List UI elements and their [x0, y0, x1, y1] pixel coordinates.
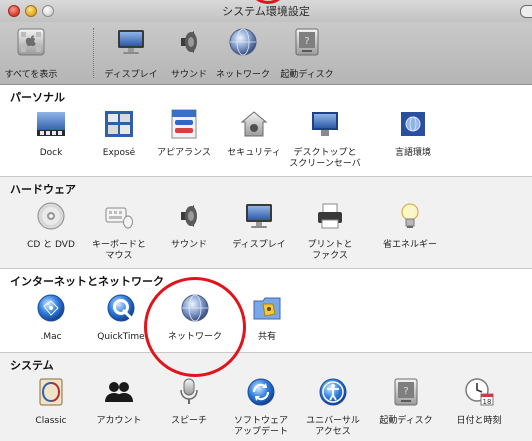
printer-icon [318, 203, 342, 229]
display-icon [246, 204, 272, 228]
apple-grid-icon [17, 28, 45, 56]
section-title: パーソナル [10, 91, 65, 104]
clock-icon: 18 [465, 378, 494, 406]
pane-sound[interactable]: サウンド [150, 200, 228, 251]
title-bar: システム環境設定 [0, 0, 532, 22]
svg-text:?: ? [403, 386, 408, 397]
toolbar-label: ディスプレイ [104, 70, 158, 80]
pane-label: .Mac [40, 332, 62, 342]
startup-disk-icon: ? [295, 28, 319, 56]
cd-icon [37, 202, 65, 230]
display-icon [118, 30, 144, 54]
pane-label: アカウント [96, 416, 142, 426]
pane-software-update[interactable]: ソフトウェア アップデート [222, 376, 300, 438]
dock-icon [37, 112, 65, 136]
pane-speech[interactable]: スピーチ [150, 376, 228, 427]
pane-label: 省エネルギー [382, 240, 437, 250]
pane-network[interactable]: ネットワーク [156, 292, 234, 343]
system-preferences-window: システム環境設定 すべてを表示 ディスプレイ サウンド ネットワーク ? 起動デ… [0, 0, 532, 441]
pane-label: アピアランス [157, 148, 211, 158]
pane-cd-dvd[interactable]: CD と DVD [12, 200, 90, 251]
pane-desktop-screensaver[interactable]: デスクトップと スクリーンセーバ [286, 108, 364, 170]
pane-label: スピーチ [170, 416, 207, 426]
pane-label: 共有 [257, 332, 276, 342]
pane-display[interactable]: ディスプレイ [220, 200, 298, 251]
classic-icon [39, 378, 63, 406]
pane-international[interactable]: 言語環境 [374, 108, 452, 159]
pane-label: セキュリティ [227, 148, 281, 158]
svg-text:18: 18 [483, 398, 492, 406]
international-flag-icon [401, 112, 425, 136]
toolbar-toggle-button[interactable] [520, 5, 532, 18]
pane-label: ネットワーク [167, 332, 222, 342]
software-update-icon [247, 378, 275, 406]
pane-label: Classic [35, 416, 67, 426]
section-internet-network: インターネットとネットワーク .Mac QuickTime ネットワーク 共有 [0, 269, 532, 353]
section-hardware: ハードウェア CD と DVD キーボードと マウス サウンド ディスプレイ プ… [0, 177, 532, 269]
pane-label: ユニバーサル アクセス [306, 416, 360, 437]
pane-energy-saver[interactable]: 省エネルギー [371, 200, 449, 251]
universal-access-icon [319, 378, 347, 406]
section-title: ハードウェア [10, 183, 76, 196]
pane-keyboard-mouse[interactable]: キーボードと マウス [80, 200, 158, 262]
speaker-icon [181, 205, 197, 227]
keyboard-mouse-icon [105, 207, 133, 229]
pane-security[interactable]: セキュリティ [215, 108, 293, 159]
pane-label: QuickTime [97, 332, 145, 342]
pane-startup-disk[interactable]: ? 起動ディスク [367, 376, 445, 427]
pane-dock[interactable]: Dock [12, 108, 90, 159]
section-title: システム [10, 359, 54, 372]
toolbar-label: 起動ディスク [280, 70, 334, 80]
pane-label: サウンド [170, 240, 207, 250]
expose-icon [105, 111, 133, 137]
pane-dotmac[interactable]: .Mac [12, 292, 90, 343]
pane-classic[interactable]: Classic [12, 376, 90, 427]
toolbar: すべてを表示 ディスプレイ サウンド ネットワーク ? 起動ディスク [0, 22, 532, 85]
sharing-folder-icon [253, 297, 281, 320]
section-title: インターネットとネットワーク [10, 275, 164, 288]
lightbulb-icon [401, 203, 419, 228]
toolbar-network[interactable]: ネットワーク [212, 26, 274, 80]
toolbar-startup-disk[interactable]: ? 起動ディスク [276, 26, 338, 80]
pane-date-time[interactable]: 18 日付と時刻 [440, 376, 518, 427]
pane-label: 日付と時刻 [456, 416, 502, 426]
security-house-icon [240, 111, 268, 137]
appearance-icon [171, 109, 197, 139]
pane-quicktime[interactable]: QuickTime [82, 292, 160, 343]
desktop-icon [312, 112, 338, 136]
speaker-icon [181, 31, 197, 53]
toolbar-label: ネットワーク [215, 70, 270, 80]
window-title: システム環境設定 [222, 5, 310, 18]
pane-universal-access[interactable]: ユニバーサル アクセス [294, 376, 372, 438]
toolbar-display[interactable]: ディスプレイ [100, 26, 162, 80]
pane-label: キーボードと マウス [91, 240, 146, 261]
pane-accounts[interactable]: アカウント [80, 376, 158, 427]
network-globe-icon [181, 294, 209, 322]
microphone-icon [180, 378, 198, 404]
section-personal: パーソナル Dock Exposé アピアランス セキュリティ デスクトップと … [0, 85, 532, 177]
toolbar-separator [93, 28, 94, 78]
dotmac-globe-icon [37, 294, 65, 322]
pane-label: Dock [39, 148, 63, 158]
pane-label: ディスプレイ [232, 240, 286, 250]
toolbar-label: すべてを表示 [4, 70, 58, 80]
pane-appearance[interactable]: アピアランス [145, 108, 223, 159]
toolbar-sound[interactable]: サウンド [158, 26, 220, 80]
quicktime-icon [107, 294, 135, 322]
pane-label: プリントと ファクス [307, 240, 353, 261]
svg-text:?: ? [304, 36, 309, 47]
toolbar-show-all[interactable]: すべてを表示 [0, 26, 62, 80]
accounts-icon [105, 382, 133, 402]
network-globe-icon [229, 28, 257, 56]
pane-label: ソフトウェア アップデート [233, 416, 288, 437]
pane-label: 言語環境 [394, 148, 431, 158]
pane-label: デスクトップと スクリーンセーバ [289, 148, 361, 169]
pane-print-fax[interactable]: プリントと ファクス [291, 200, 369, 262]
toolbar-label: サウンド [170, 70, 207, 80]
pane-label: CD と DVD [27, 240, 75, 250]
section-system: システム Classic アカウント スピーチ ソフトウェア アップデート ユニ… [0, 353, 532, 441]
pane-sharing[interactable]: 共有 [228, 292, 306, 343]
pane-label: 起動ディスク [379, 416, 433, 426]
startup-disk-icon: ? [394, 378, 418, 406]
